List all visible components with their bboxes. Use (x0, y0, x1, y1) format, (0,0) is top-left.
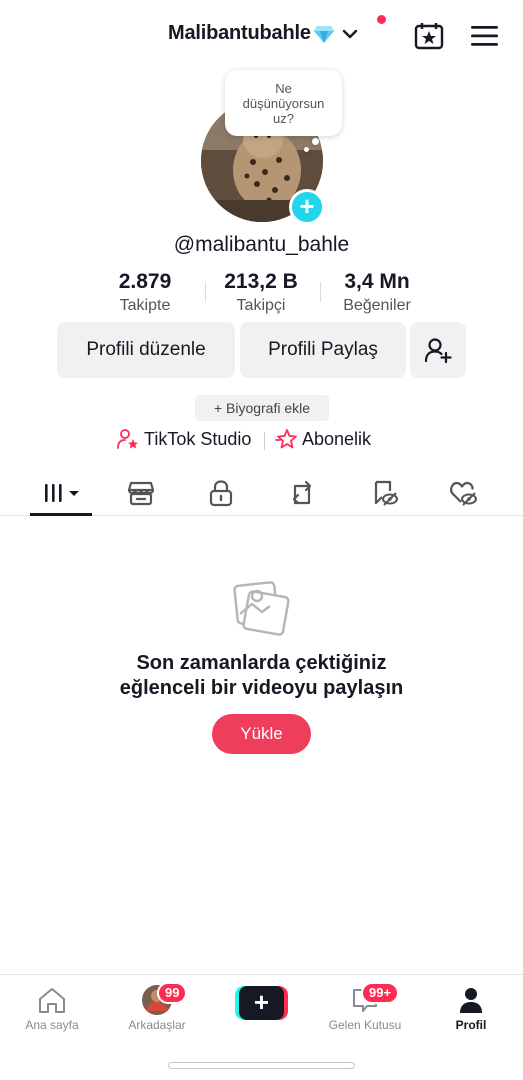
subscription-link[interactable]: Abonelik (275, 428, 371, 450)
empty-state-title: Son zamanlarda çektiğiniz eğlenceli bir … (0, 651, 523, 701)
share-profile-button[interactable]: Profili Paylaş (240, 322, 406, 378)
studio-label: TikTok Studio (144, 428, 252, 449)
home-indicator (168, 1062, 355, 1069)
subscription-label: Abonelik (302, 428, 372, 449)
empty-state-line2: eğlenceli bir videoyu paylaşın (119, 677, 404, 699)
profile-icon (460, 988, 482, 1013)
empty-state-line1: Son zamanlarda çektiğiniz (136, 652, 387, 674)
following-label: Takipte (119, 297, 171, 314)
followers-count: 213,2 B (224, 270, 298, 293)
followers-label: Takipçi (236, 297, 286, 314)
favorites-hidden-icon (374, 480, 398, 506)
account-username: Malibantubahle (168, 22, 311, 44)
following-count: 2.879 (118, 270, 172, 293)
chevron-down-icon (342, 29, 357, 38)
add-user-icon (424, 338, 452, 364)
liked-hidden-icon (450, 481, 477, 506)
add-photo-button[interactable]: + (289, 189, 325, 225)
followers-stat[interactable]: 213,2 B Takipçi (212, 270, 310, 315)
calendar-star-icon[interactable] (414, 22, 444, 50)
account-switcher[interactable]: Malibantubahle (168, 22, 359, 45)
nav-inbox-label: Gelen Kutusu (328, 1018, 402, 1032)
likes-count: 3,4 Mn (344, 270, 410, 293)
subscription-star-icon (275, 429, 297, 449)
add-bio-button[interactable]: + Biyografi ekle (195, 395, 329, 421)
plus-icon: + (239, 986, 284, 1020)
likes-label: Beğeniler (343, 297, 411, 314)
divider (264, 432, 265, 450)
nav-profile-label: Profil (455, 1018, 487, 1032)
active-tab-indicator (30, 513, 92, 516)
nav-friends[interactable]: Arkadaşlar 99 (112, 982, 202, 1032)
bubble-tail (312, 138, 319, 145)
tab-reposts[interactable] (282, 478, 322, 508)
divider (320, 282, 321, 302)
friends-badge: 99 (157, 982, 188, 1004)
following-stat[interactable]: 2.879 Takipte (96, 270, 194, 315)
videos-grid-icon (45, 484, 79, 502)
tab-shop[interactable] (121, 478, 161, 508)
menu-icon[interactable] (471, 25, 498, 47)
notification-dot (377, 15, 386, 24)
tab-liked[interactable] (443, 478, 483, 508)
nav-home-label: Ana sayfa (25, 1018, 79, 1032)
photo-icon (233, 581, 290, 636)
repost-icon (292, 480, 312, 505)
nav-inbox[interactable]: Gelen Kutusu 99+ (320, 982, 410, 1032)
add-friend-button[interactable] (410, 322, 466, 378)
tab-favorites[interactable] (364, 478, 404, 508)
nav-profile[interactable]: Profil (426, 983, 516, 1032)
nav-home[interactable]: Ana sayfa (7, 983, 97, 1032)
thought-bubble[interactable]: Ne düşünüyorsun uz? (225, 70, 342, 136)
divider (205, 282, 206, 302)
content-tabs (0, 470, 523, 516)
create-button[interactable]: + (235, 986, 288, 1020)
edit-profile-button[interactable]: Profili düzenle (57, 322, 235, 378)
tiktok-studio-link[interactable]: TikTok Studio (117, 428, 251, 450)
profile-stats: 2.879 Takipte 213,2 B Takipçi 3,4 Mn Beğ… (96, 270, 436, 322)
diamond-icon (313, 25, 334, 43)
top-bar: Malibantubahle (0, 0, 523, 70)
studio-icon (117, 429, 138, 449)
tab-private[interactable] (201, 478, 241, 508)
nav-friends-label: Arkadaşlar (128, 1018, 186, 1032)
upload-button[interactable]: Yükle (212, 714, 311, 754)
bubble-tail (304, 147, 309, 152)
inbox-badge: 99+ (361, 982, 400, 1004)
shop-icon (127, 481, 155, 506)
lock-icon (209, 480, 233, 507)
profile-links: TikTok Studio Abonelik (0, 428, 523, 454)
tab-videos[interactable] (40, 478, 84, 508)
home-icon (39, 988, 65, 1013)
profile-handle: @malibantu_bahle (173, 233, 350, 256)
likes-stat[interactable]: 3,4 Mn Beğeniler (328, 270, 426, 315)
